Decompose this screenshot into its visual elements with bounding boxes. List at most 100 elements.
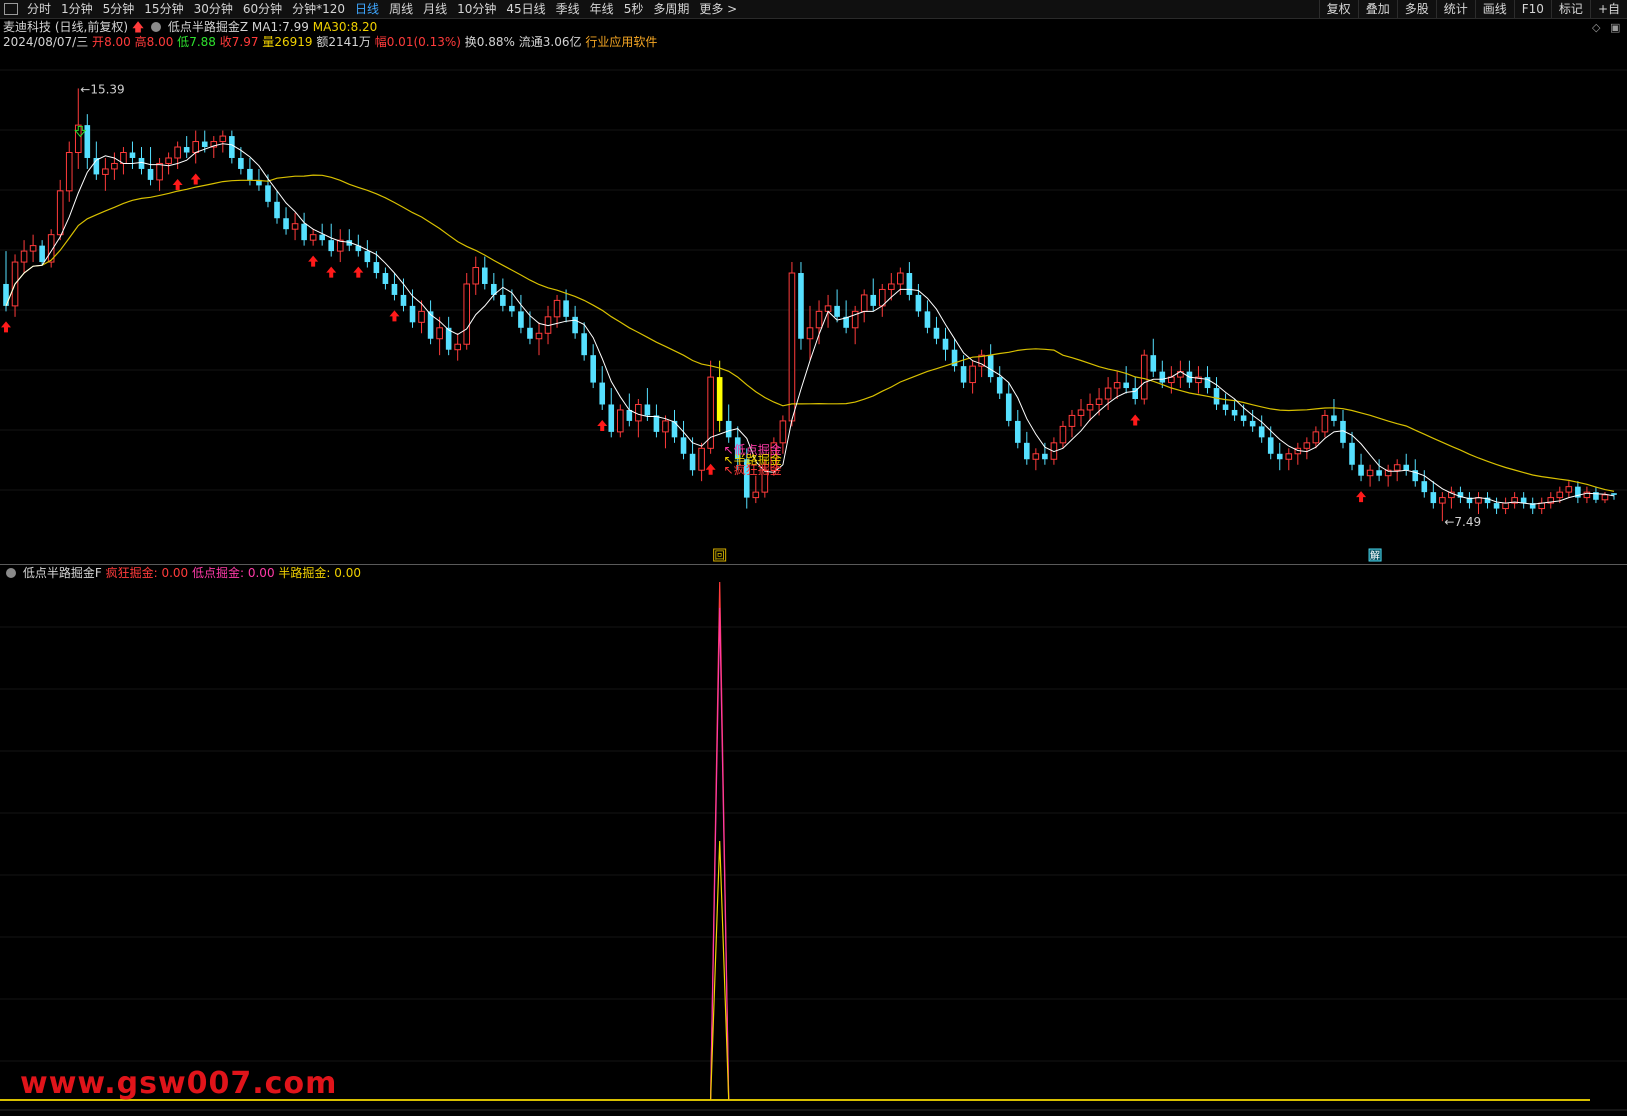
candle-body bbox=[698, 447, 705, 471]
candle-body bbox=[509, 305, 515, 312]
candle-body bbox=[463, 283, 471, 345]
candle-body bbox=[1258, 426, 1265, 438]
candle-body bbox=[102, 168, 109, 175]
candle-body bbox=[1493, 503, 1500, 509]
candle-body bbox=[1502, 502, 1509, 510]
candle-body bbox=[129, 152, 136, 158]
candle-body bbox=[400, 294, 407, 306]
candle-body bbox=[1095, 398, 1103, 405]
candle-body bbox=[147, 168, 154, 180]
candle-body bbox=[779, 420, 787, 444]
candle-body bbox=[1565, 486, 1573, 493]
candle-body bbox=[870, 294, 877, 306]
buy-arrow-icon bbox=[389, 310, 400, 322]
candle-body bbox=[328, 240, 335, 252]
candle-body bbox=[824, 305, 832, 312]
candle-body bbox=[382, 273, 389, 284]
candle-body bbox=[788, 272, 796, 422]
candle-body bbox=[1113, 382, 1121, 389]
candle-body bbox=[987, 355, 994, 378]
candle-body bbox=[553, 299, 561, 318]
candle-body bbox=[608, 404, 615, 432]
candle-body bbox=[1213, 388, 1220, 405]
candle-body bbox=[309, 234, 317, 241]
candle-body bbox=[1024, 442, 1030, 460]
candle-body bbox=[1358, 464, 1364, 476]
candle-body bbox=[219, 135, 227, 143]
candle-body bbox=[590, 355, 596, 383]
candle-body bbox=[1349, 442, 1355, 465]
candle-body bbox=[1086, 403, 1094, 411]
candle-body bbox=[1123, 382, 1129, 389]
candle-body bbox=[1005, 393, 1012, 421]
candle-body bbox=[1059, 425, 1067, 444]
candle-body bbox=[716, 377, 723, 421]
candle-body bbox=[1520, 497, 1527, 504]
candle-body bbox=[454, 343, 461, 351]
candle-body bbox=[301, 223, 307, 241]
candlestick-chart[interactable]: ←15.39←7.49↖低点掘金↖半路掘金↖疯狂掘金回解 bbox=[0, 0, 1627, 1116]
candle-body bbox=[1611, 493, 1617, 495]
candle-body bbox=[888, 283, 895, 290]
candle-body bbox=[436, 327, 443, 340]
candle-body bbox=[1376, 470, 1382, 476]
candle-body bbox=[527, 327, 533, 339]
candle-body bbox=[626, 409, 633, 421]
candle-body bbox=[1159, 371, 1166, 383]
candle-body bbox=[1475, 497, 1482, 504]
candle-body bbox=[1430, 492, 1437, 504]
candle-body bbox=[165, 157, 172, 164]
candle-body bbox=[1222, 404, 1229, 410]
candle-body bbox=[1032, 453, 1040, 460]
candle-body bbox=[834, 305, 840, 317]
candle-body bbox=[183, 147, 190, 153]
candle-body bbox=[20, 250, 28, 263]
low-price-label: ←7.49 bbox=[1444, 515, 1481, 529]
candle-body bbox=[1303, 442, 1311, 449]
candle-body bbox=[1077, 409, 1085, 416]
candle-body bbox=[364, 251, 371, 263]
candle-body bbox=[1140, 354, 1148, 400]
candle-body bbox=[481, 267, 488, 284]
candle-body bbox=[671, 420, 678, 438]
candle-body bbox=[373, 262, 380, 274]
buy-arrow-icon bbox=[597, 419, 608, 431]
candle-body bbox=[915, 294, 922, 312]
candle-body bbox=[1439, 497, 1446, 504]
candle-body bbox=[192, 141, 200, 154]
candle-body bbox=[1104, 387, 1112, 400]
candle-body bbox=[806, 327, 814, 340]
marker-box-label: 回 bbox=[715, 550, 725, 562]
candle-body bbox=[860, 294, 868, 312]
candle-body bbox=[518, 311, 524, 328]
signal-label: ↖疯狂掘金 bbox=[724, 462, 782, 477]
candle-body bbox=[1403, 464, 1410, 471]
candle-body bbox=[1042, 453, 1048, 460]
candle-body bbox=[39, 245, 45, 263]
buy-arrow-icon bbox=[353, 266, 364, 278]
candle-body bbox=[472, 267, 480, 285]
candle-body bbox=[1150, 355, 1157, 372]
candle-body bbox=[563, 300, 569, 317]
candle-body bbox=[1601, 494, 1609, 501]
candle-body bbox=[1240, 415, 1247, 421]
candle-body bbox=[572, 316, 578, 334]
candle-body bbox=[616, 409, 624, 433]
watermark: www.gsw007.com bbox=[20, 1066, 338, 1101]
candle-body bbox=[725, 420, 732, 438]
candle-body bbox=[644, 404, 651, 416]
candle-body bbox=[635, 403, 642, 422]
candle-body bbox=[1014, 420, 1021, 443]
candle-body bbox=[56, 190, 64, 236]
candle-body bbox=[319, 234, 325, 241]
candle-body bbox=[138, 157, 145, 169]
candle-body bbox=[291, 223, 299, 230]
candle-body bbox=[689, 453, 696, 471]
candle-body bbox=[662, 420, 669, 433]
candle-body bbox=[1421, 481, 1428, 493]
candle-body bbox=[960, 366, 967, 383]
candle-body bbox=[906, 273, 913, 295]
candle-body bbox=[283, 218, 289, 230]
candle-body bbox=[1231, 409, 1238, 416]
candle-body bbox=[409, 305, 416, 323]
